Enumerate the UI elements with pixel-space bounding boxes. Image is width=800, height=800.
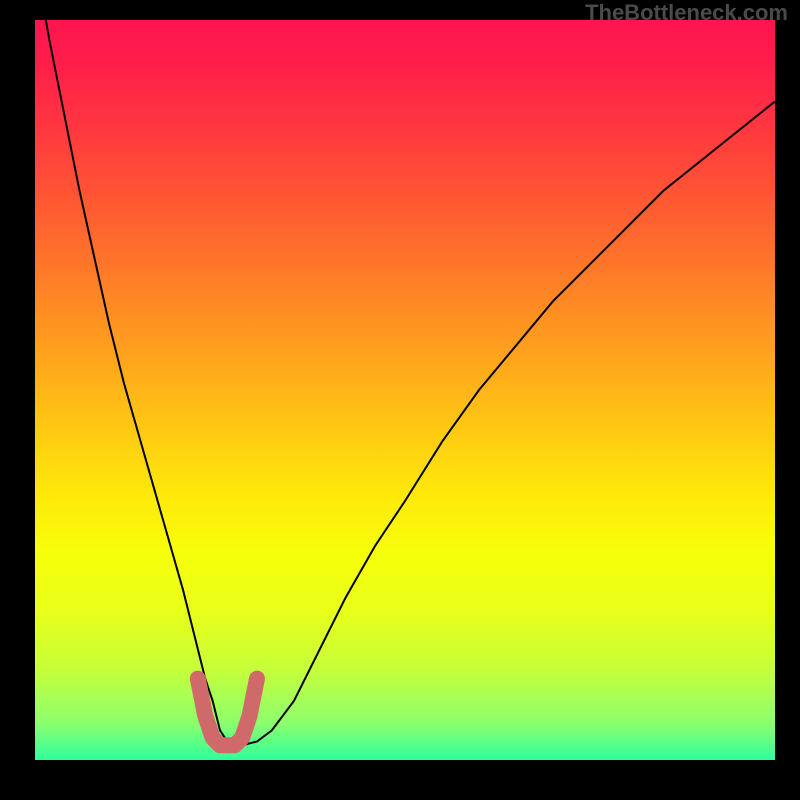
chart-frame: TheBottleneck.com [0,0,800,800]
watermark: TheBottleneck.com [585,2,788,24]
heatmap-background [35,20,775,760]
